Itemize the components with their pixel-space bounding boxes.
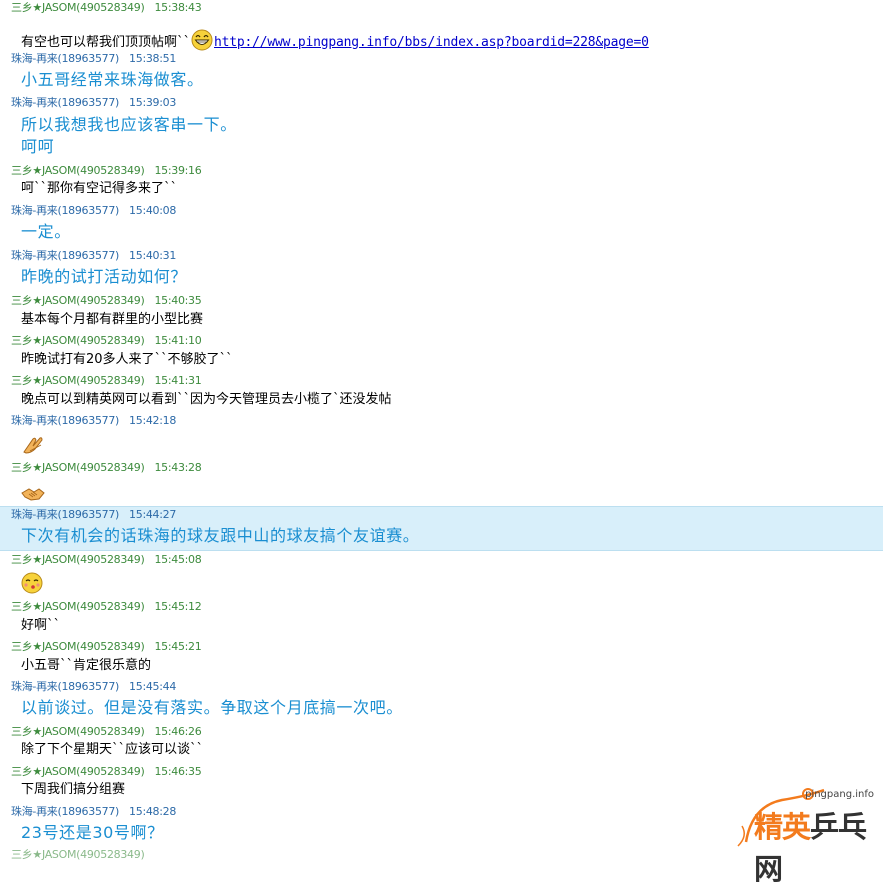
- message-time: 15:48:28: [129, 805, 177, 818]
- message-text: 有空也可以帮我们顶顶帖啊`` http://www.pingpang.info/…: [21, 29, 649, 51]
- chat-log: 三乡★JASOM(490528349) 15:38:43 有空也可以帮我们顶顶帖啊…: [0, 0, 883, 886]
- sender-name: 三乡★JASOM(490528349): [11, 640, 145, 653]
- message-time: 15:39:16: [154, 164, 202, 177]
- message-time: 15:40:31: [129, 249, 177, 262]
- message-text: 基本每个月都有群里的小型比赛: [21, 312, 204, 327]
- kiss-face-icon: [21, 572, 45, 594]
- message-time: 15:41:31: [154, 374, 202, 387]
- message-time: 15:44:27: [129, 508, 177, 521]
- message-header: 三乡★JASOM(490528349) 15:40:35: [11, 294, 202, 308]
- message-header: 珠海-再来(18963577) 15:38:51: [11, 52, 176, 66]
- message-text: 所以我想我也应该客串一下。: [21, 115, 237, 134]
- sender-name: 三乡★JASOM(490528349): [11, 294, 145, 307]
- watermark-site: pingpang.info: [805, 789, 874, 800]
- message-header: 珠海-再来(18963577) 15:40:31: [11, 249, 176, 263]
- message-header: 珠海-再来(18963577) 15:44:27: [11, 508, 176, 522]
- message-time: 15:39:03: [129, 96, 177, 109]
- message-text: 除了下个星期天``应该可以谈``: [21, 742, 204, 757]
- message-time: 15:38:43: [154, 1, 202, 14]
- sender-name: 三乡★JASOM(490528349): [11, 600, 145, 613]
- message-time: 15:46:26: [154, 725, 202, 738]
- handshake-icon: [21, 483, 45, 505]
- message-text: 一定。: [21, 222, 71, 241]
- message-time: 15:40:08: [129, 204, 177, 217]
- message-text: 小五哥经常来珠海做客。: [21, 70, 204, 89]
- message-time: 15:43:28: [154, 461, 202, 474]
- message-time: 15:42:18: [129, 414, 177, 427]
- sender-name: 三乡★JASOM(490528349): [11, 725, 145, 738]
- message-text: 23号还是30号啊？: [21, 823, 164, 842]
- sender-name: 珠海-再来(18963577): [11, 805, 120, 818]
- message-text: 好啊``: [21, 618, 61, 633]
- message-header: 珠海-再来(18963577) 15:48:28: [11, 805, 176, 819]
- message-header: 三乡★JASOM(490528349) 15:41:10: [11, 334, 202, 348]
- sender-name: 三乡★JASOM(490528349): [11, 164, 145, 177]
- message-time: 15:41:10: [154, 334, 202, 347]
- message-time: 15:45:08: [154, 553, 202, 566]
- message-time: 15:45:12: [154, 600, 202, 613]
- message-text: 呵``那你有空记得多来了``: [21, 181, 178, 196]
- message-header: 三乡★JASOM(490528349) 15:45:08: [11, 553, 202, 567]
- message-text: 下次有机会的话珠海的球友跟中山的球友搞个友谊赛。: [21, 526, 420, 545]
- message-text: 以前谈过。但是没有落实。争取这个月底搞一次吧。: [21, 698, 403, 717]
- message-header: 三乡★JASOM(490528349) 15:41:31: [11, 374, 202, 388]
- sender-name: 珠海-再来(18963577): [11, 204, 120, 217]
- message-text: 小五哥``肯定很乐意的: [21, 658, 152, 673]
- sender-name: 珠海-再来(18963577): [11, 414, 120, 427]
- sender-name: 珠海-再来(18963577): [11, 96, 120, 109]
- sender-name: 珠海-再来(18963577): [11, 249, 120, 262]
- message-text: 晚点可以到精英网可以看到``因为今天管理员去小榄了`还没发帖: [21, 392, 392, 407]
- message-text: 昨晚的试打活动如何？: [21, 267, 188, 286]
- clap-hands-icon: [21, 433, 45, 455]
- message-header: 三乡★JASOM(490528349) 15:39:16: [11, 164, 202, 178]
- sender-name: 三乡★JASOM(490528349): [11, 334, 145, 347]
- sender-name: 珠海-再来(18963577): [11, 52, 120, 65]
- site-watermark-logo: pingpang.info 精英乒乓网: [732, 786, 880, 886]
- sender-name: 三乡★JASOM(490528349): [11, 848, 145, 861]
- message-header: 三乡★JASOM(490528349) 15:45:12: [11, 600, 202, 614]
- message-header: 珠海-再来(18963577) 15:40:08: [11, 204, 176, 218]
- message-text: 下周我们搞分组赛: [21, 782, 126, 797]
- forum-link[interactable]: http://www.pingpang.info/bbs/index.asp?b…: [214, 35, 649, 50]
- message-header: 珠海-再来(18963577) 15:39:03: [11, 96, 176, 110]
- message-time: 15:40:35: [154, 294, 202, 307]
- message-header: 三乡★JASOM(490528349) 15:46:26: [11, 725, 202, 739]
- message-time: 15:38:51: [129, 52, 177, 65]
- watermark-title-orange: 精英: [754, 810, 811, 844]
- sender-name: 三乡★JASOM(490528349): [11, 553, 145, 566]
- message-header: 三乡★JASOM(490528349) 15:38:43: [11, 1, 202, 15]
- sender-name: 珠海-再来(18963577): [11, 508, 120, 521]
- sender-name: 三乡★JASOM(490528349): [11, 461, 145, 474]
- sender-name: 三乡★JASOM(490528349): [11, 1, 145, 14]
- message-header: 三乡★JASOM(490528349) 15:45:21: [11, 640, 202, 654]
- message-time: 15:46:35: [154, 765, 202, 778]
- message-header: 三乡★JASOM(490528349) 15:46:35: [11, 765, 202, 779]
- sender-name: 珠海-再来(18963577): [11, 680, 120, 693]
- message-header: 珠海-再来(18963577) 15:45:44: [11, 680, 176, 694]
- sender-name: 三乡★JASOM(490528349): [11, 765, 145, 778]
- message-header: 珠海-再来(18963577) 15:42:18: [11, 414, 176, 428]
- message-header-clipped: 三乡★JASOM(490528349): [11, 848, 145, 862]
- watermark-title: 精英乒乓网: [754, 804, 880, 888]
- message-text: 昨晚试打有20多人来了``不够胶了``: [21, 352, 233, 367]
- message-time: 15:45:44: [129, 680, 177, 693]
- message-text: 呵呵: [21, 137, 55, 156]
- message-body: 有空也可以帮我们顶顶帖啊``: [21, 35, 191, 50]
- message-time: 15:45:21: [154, 640, 202, 653]
- grin-emoticon-icon: [191, 29, 213, 51]
- message-header: 三乡★JASOM(490528349) 15:43:28: [11, 461, 202, 475]
- sender-name: 三乡★JASOM(490528349): [11, 374, 145, 387]
